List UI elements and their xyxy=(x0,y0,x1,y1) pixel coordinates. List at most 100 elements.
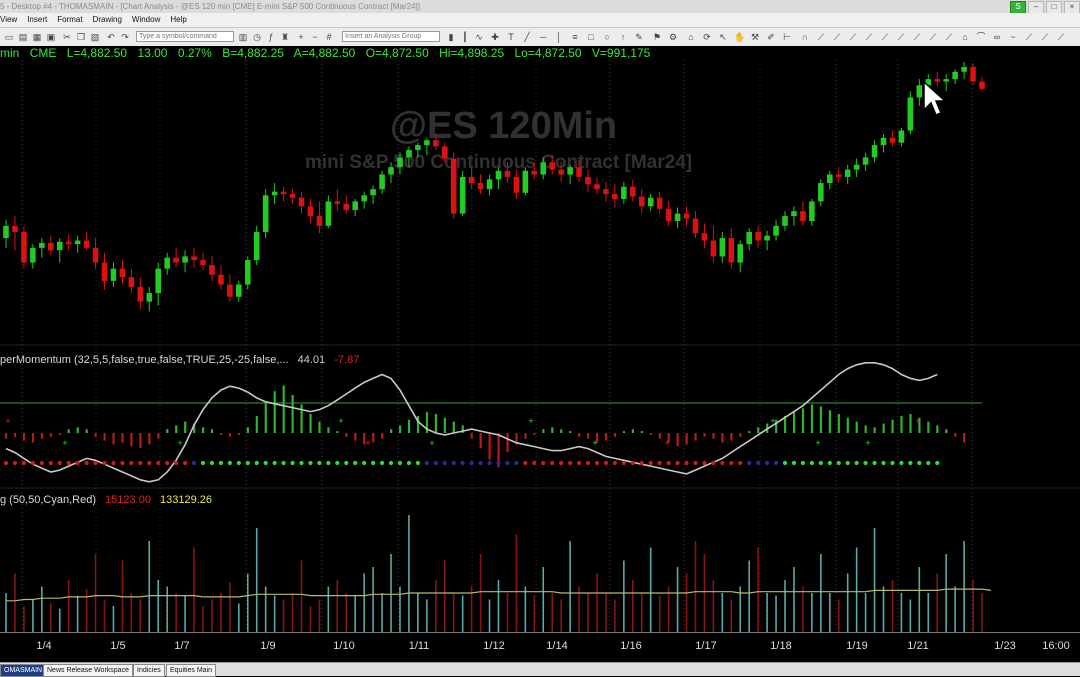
squeeze-dot xyxy=(272,460,277,466)
volume-bar xyxy=(864,593,867,632)
axis-label: 1/17 xyxy=(695,640,717,652)
momentum-bar xyxy=(631,429,634,433)
momentum-bar xyxy=(909,414,912,433)
momentum-bar xyxy=(721,433,724,443)
momentum-bar xyxy=(130,433,133,447)
candle-body xyxy=(316,216,323,226)
momentum-bar xyxy=(542,429,545,433)
momentum-bar xyxy=(103,433,106,441)
volume-bar xyxy=(23,606,25,632)
candle-body xyxy=(898,130,905,143)
candle-body xyxy=(433,140,439,147)
candle-body xyxy=(307,206,314,217)
volume-bar xyxy=(327,586,330,632)
volume-bar xyxy=(891,580,894,632)
candle-body xyxy=(119,268,126,278)
tab-indicies[interactable]: Indicies xyxy=(133,664,165,677)
momentum-bar xyxy=(936,425,939,433)
squeeze-dot xyxy=(738,460,743,466)
volume-bar xyxy=(828,593,831,632)
candle-body xyxy=(576,167,582,177)
volume-bar xyxy=(587,593,589,632)
squeeze-dot xyxy=(102,460,107,466)
squeeze-dot xyxy=(782,460,788,466)
volume-bar xyxy=(381,593,383,632)
candle-body xyxy=(513,176,520,193)
squeeze-dot xyxy=(800,460,806,466)
chart-canvas[interactable]: + + + + + + + + + + + + + xyxy=(0,0,1080,632)
candle-body xyxy=(441,146,448,159)
candle-body xyxy=(907,97,914,131)
candle-body xyxy=(227,284,233,297)
momentum-bar xyxy=(85,429,88,433)
candle-body xyxy=(289,194,296,198)
candle-body xyxy=(979,81,985,89)
volume-bar xyxy=(569,541,571,632)
candle-body xyxy=(889,137,896,143)
candle-body xyxy=(594,184,600,190)
squeeze-dot xyxy=(299,460,304,466)
volume-bar xyxy=(300,560,303,632)
squeeze-dot xyxy=(872,460,877,466)
squeeze-dot xyxy=(523,460,528,466)
squeeze-dot xyxy=(702,460,707,466)
volume-bar xyxy=(399,586,401,632)
candle-body xyxy=(343,203,350,210)
candle-body xyxy=(683,213,690,219)
tab-thomasmain[interactable]: OMASMAIN xyxy=(0,664,47,677)
candle-body xyxy=(146,293,153,302)
momentum-bar xyxy=(398,425,402,433)
squeeze-dot xyxy=(308,460,313,466)
momentum-bar xyxy=(810,404,814,433)
volume-bar xyxy=(443,560,446,632)
squeeze-dot xyxy=(156,460,161,466)
candle-body xyxy=(585,176,591,185)
squeeze-dot xyxy=(209,460,215,466)
axis-label: 1/4 xyxy=(36,640,52,652)
candle-body xyxy=(379,174,385,190)
momentum-bar xyxy=(175,425,178,433)
tab-news-release-workspace[interactable]: News Release Workspace xyxy=(43,664,133,677)
volume-bar xyxy=(452,593,455,632)
volume-bar xyxy=(614,599,616,632)
tab-equities-main[interactable]: Equities Main xyxy=(166,664,217,677)
momentum-bar xyxy=(345,433,348,437)
candle-body xyxy=(361,195,367,202)
candle-body xyxy=(692,218,699,234)
volume-bar xyxy=(524,586,527,632)
candle-body xyxy=(236,284,242,297)
candle-body xyxy=(39,242,45,248)
momentum-bar xyxy=(533,433,536,435)
volume-bar xyxy=(390,554,392,632)
momentum-bar xyxy=(381,433,384,439)
candle-body xyxy=(352,201,358,210)
candle-body xyxy=(253,231,260,261)
volume-bar xyxy=(166,586,168,632)
candle-body xyxy=(65,241,72,245)
squeeze-dot xyxy=(281,460,286,466)
candle-body xyxy=(746,231,752,245)
indicator1-value2: -7.87 xyxy=(334,354,360,366)
candle-body xyxy=(12,225,18,232)
squeeze-dot xyxy=(657,460,662,466)
squeeze-dot xyxy=(773,460,779,466)
candle-body xyxy=(880,137,887,146)
candle-body xyxy=(603,189,609,195)
squeeze-dot xyxy=(424,460,429,466)
candle-body xyxy=(970,66,976,82)
candle-body xyxy=(486,179,493,190)
momentum-bar xyxy=(282,385,285,433)
squeeze-dot xyxy=(317,460,322,466)
momentum-bar xyxy=(703,433,706,437)
volume-bar xyxy=(793,567,795,632)
volume-bar xyxy=(202,606,204,632)
squeeze-dot xyxy=(227,460,232,466)
volume-bar xyxy=(229,582,231,632)
volume-bar xyxy=(139,599,142,632)
candle-body xyxy=(450,158,457,214)
momentum-bar xyxy=(31,433,35,443)
volume-bar xyxy=(954,586,956,632)
momentum-bar xyxy=(40,433,44,439)
candle-body xyxy=(531,170,538,175)
momentum-bar xyxy=(828,410,831,433)
